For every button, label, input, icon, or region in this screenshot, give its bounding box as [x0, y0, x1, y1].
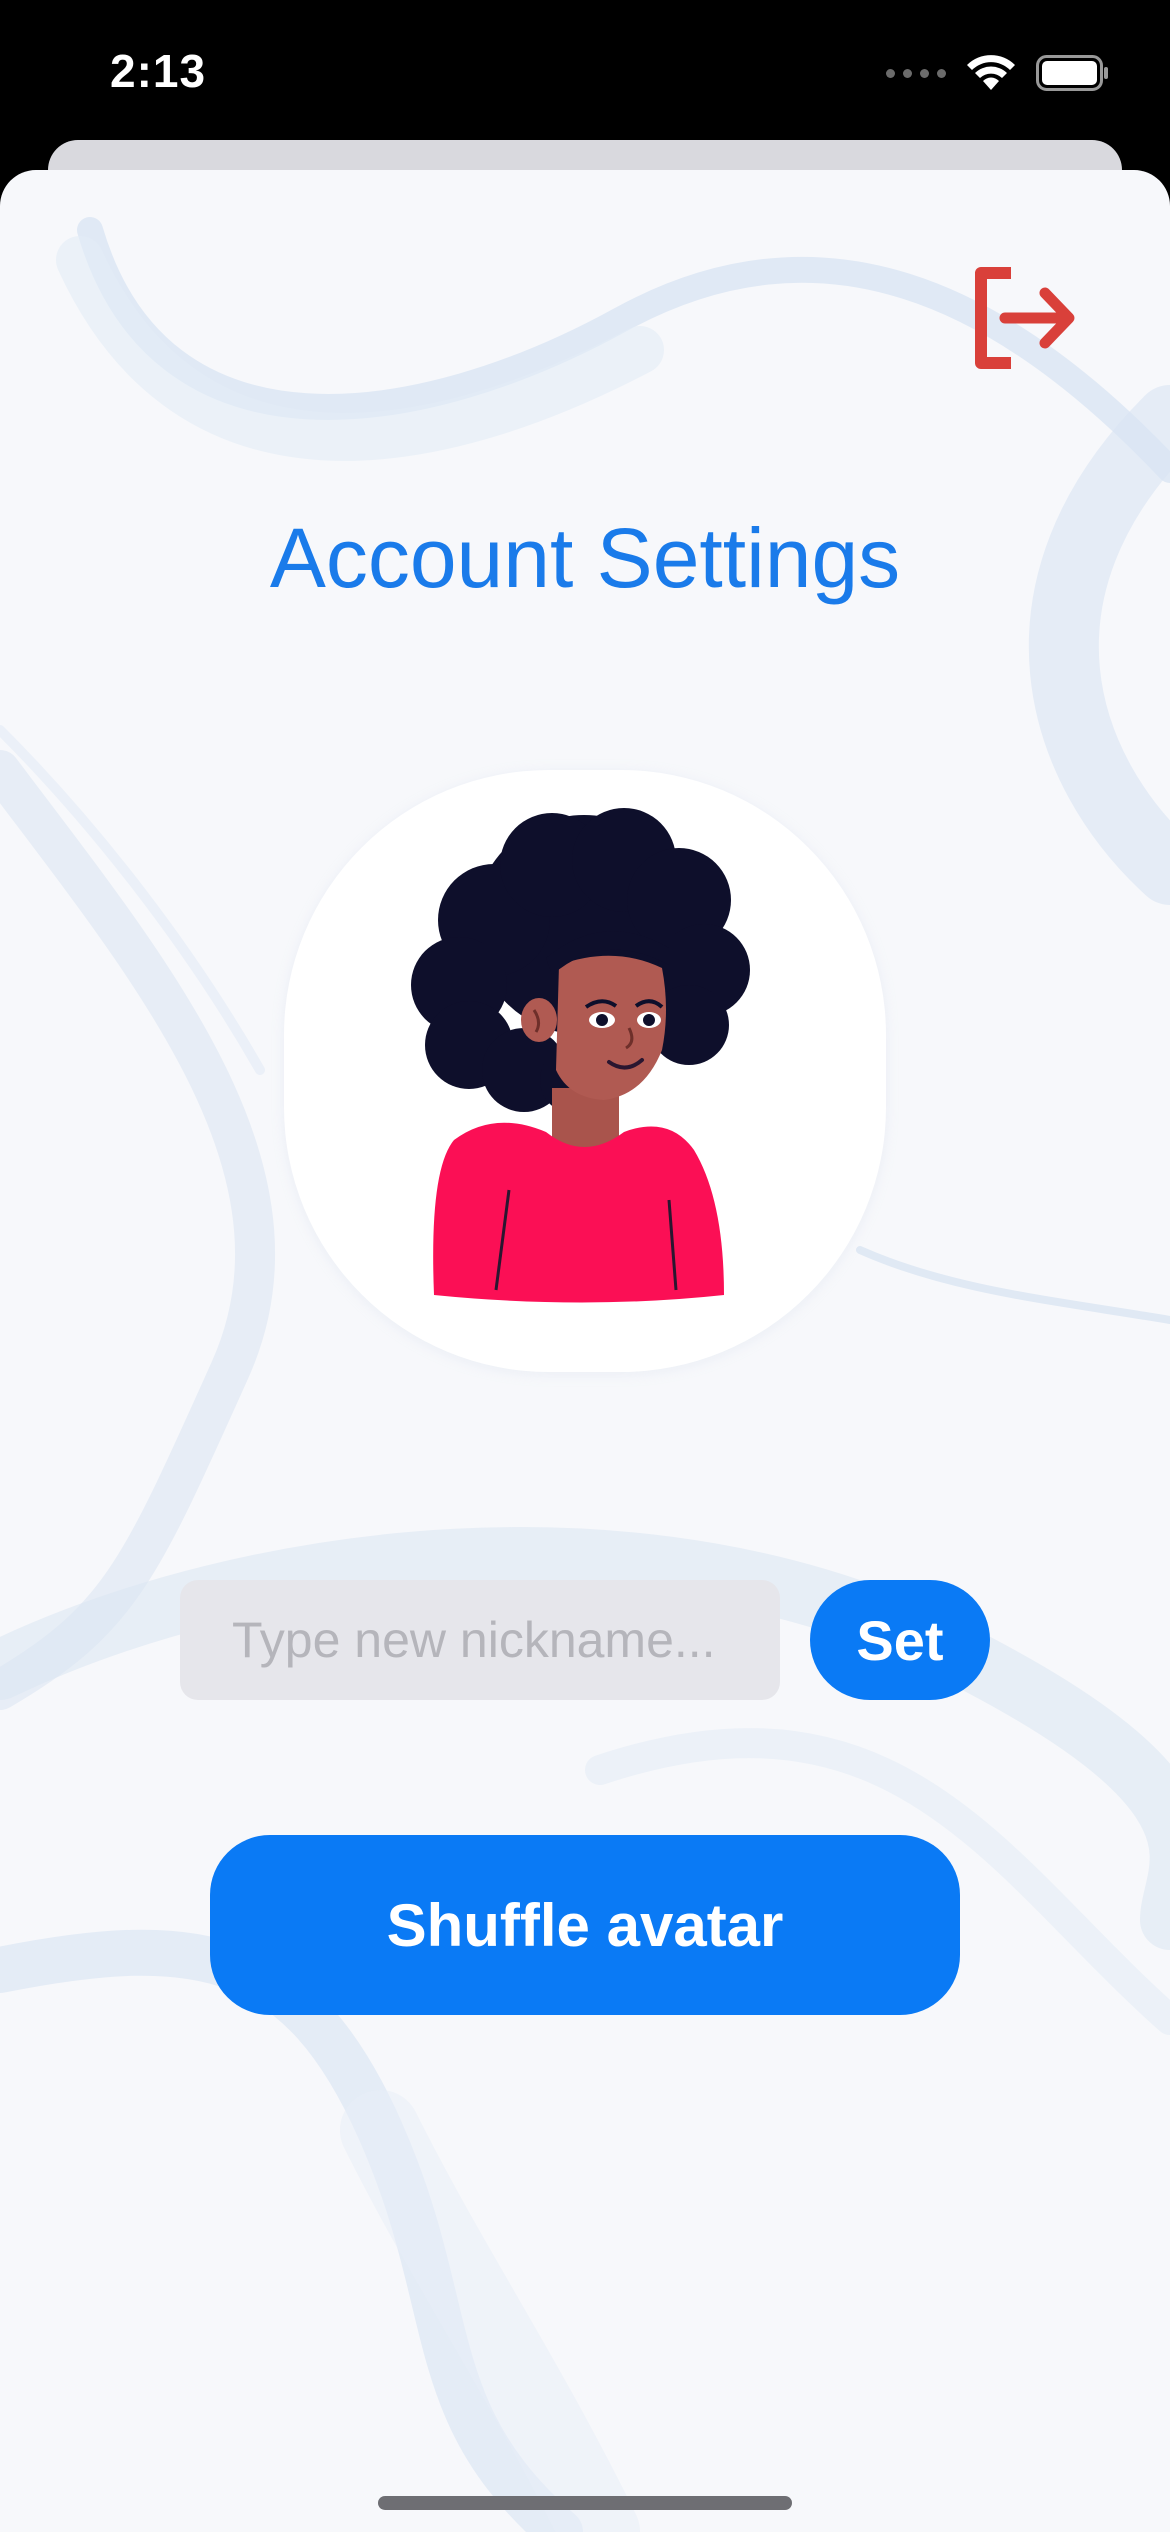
avatar-woman-afro-icon [411, 808, 750, 1303]
status-icons [886, 54, 1110, 92]
avatar [284, 770, 886, 1372]
shuffle-avatar-button[interactable]: Shuffle avatar [210, 1835, 960, 2015]
page-title: Account Settings [269, 511, 901, 605]
home-indicator[interactable] [378, 2496, 792, 2510]
screen: 2:13 Account Settings Type new nickname.… [0, 0, 1170, 2532]
logout-icon [975, 267, 1075, 369]
account-settings-sheet: Account Settings Type new nickname... Se… [0, 170, 1170, 2532]
wifi-icon [967, 55, 1015, 90]
signal-dots-icon [886, 68, 946, 78]
logout-button[interactable] [966, 258, 1086, 378]
set-nickname-button[interactable]: Set [810, 1580, 990, 1700]
status-time: 2:13 [110, 45, 207, 97]
status-bar: 2:13 [0, 0, 1170, 140]
battery-icon [1036, 55, 1108, 91]
nickname-input[interactable] [180, 1580, 780, 1700]
nickname-row: Set [180, 1580, 990, 1700]
